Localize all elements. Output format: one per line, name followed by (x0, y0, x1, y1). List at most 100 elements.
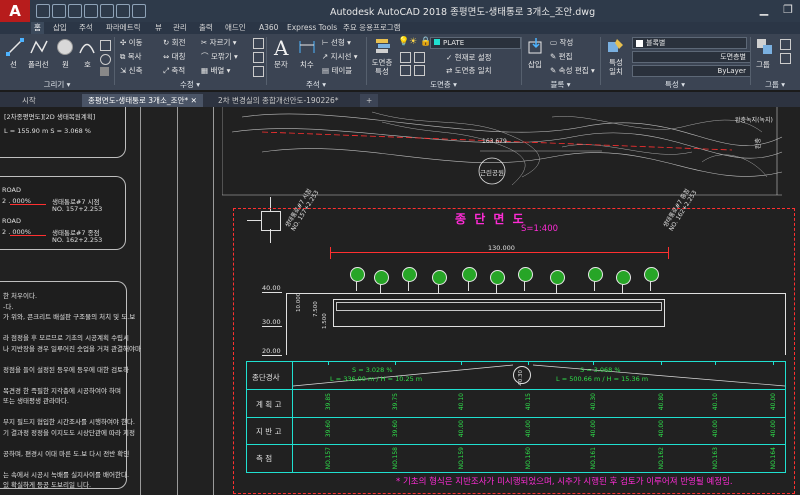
insert-label: 삽입 (528, 60, 542, 69)
layer-isolate-icon[interactable] (414, 52, 425, 63)
station-tick (461, 361, 462, 365)
create-block-button[interactable]: ▭ 작성 (550, 37, 573, 48)
span-dimension-tick (330, 247, 331, 259)
fillet-tool[interactable]: ⌒ 모깎기 ▾ (201, 51, 238, 62)
make-current-button[interactable]: ✓ 현재로 설정 (446, 52, 492, 63)
redo-icon[interactable] (132, 4, 146, 18)
tab-home[interactable]: 홈 (31, 22, 44, 34)
table-cell: 40.00 (590, 420, 597, 438)
divider (366, 37, 367, 85)
note-line: 는 속에서 시공시 녹배를 실지사이를 배어한다. (3, 470, 130, 479)
save-icon[interactable] (68, 4, 82, 18)
groups-panel-footer[interactable]: 그룹 ▾ (750, 79, 800, 89)
plot-icon[interactable] (100, 4, 114, 18)
line-label: 선 (10, 60, 17, 69)
side-label: 완충 (755, 137, 763, 150)
scale-tool[interactable]: ⤢ 축적 (163, 65, 185, 76)
ribbon-tab-bar: 홈 삽입 주석 파라메트릭 뷰 관리 출력 애드인 A360 Express T… (0, 22, 800, 34)
polyline-icon[interactable] (30, 38, 48, 56)
gradient-icon[interactable] (100, 67, 109, 76)
close-tab-icon[interactable]: ✕ (191, 96, 197, 105)
modify-panel-footer[interactable]: 수정 ▾ (114, 79, 266, 89)
erase-icon[interactable] (253, 38, 264, 49)
open-file-icon[interactable] (52, 4, 66, 18)
attribute-edit-button[interactable]: ✎ 속성 편집 ▾ (550, 65, 595, 76)
tab-output[interactable]: 출력 (196, 22, 216, 34)
array-tool[interactable]: ▦ 배열 ▾ (201, 65, 230, 76)
layer-freeze-icon[interactable] (400, 65, 411, 76)
new-file-icon[interactable] (36, 4, 50, 18)
properties-panel-footer[interactable]: 특성 ▾ (600, 79, 750, 89)
annotation-panel-footer[interactable]: 주석 ▾ (266, 79, 366, 89)
leader-tool[interactable]: ↗ 지시선 ▾ (322, 51, 358, 62)
tab-other-drawing[interactable]: 2차 변경실의 종합개선안도-190226* (212, 94, 345, 107)
tab-a360[interactable]: A360 (256, 22, 281, 34)
explode-icon[interactable] (253, 52, 264, 63)
mirror-label: 대칭 (171, 52, 186, 61)
linear-dim-tool[interactable]: ⊢ 선형 ▾ (322, 37, 351, 48)
model-space-canvas[interactable]: [2차종평면도][2D 생태복원계획] L = 155.90 m S = 3.0… (0, 107, 800, 495)
minimize-button[interactable]: ▁ (752, 0, 776, 22)
hatch-icon[interactable] (100, 54, 111, 65)
copy-label: 복사 (127, 52, 142, 61)
grade-2-length: L = 500.66 m / H = 15.36 m (556, 375, 649, 383)
tab-insert[interactable]: 삽입 (50, 22, 70, 34)
restore-button[interactable]: ❐ (776, 0, 800, 22)
autocad-logo-icon[interactable]: A (0, 0, 30, 22)
rectangle-icon[interactable] (100, 40, 111, 51)
arc-label: 호 (84, 60, 91, 69)
row-label-grade: 종단경사 (252, 373, 280, 382)
edit-block-button[interactable]: ✎ 편집 (550, 51, 572, 62)
lineweight-dropdown[interactable]: ByLayer (632, 65, 751, 77)
layer-off-icon[interactable] (400, 52, 411, 63)
tab-current-drawing[interactable]: 종평면도-생태통로 3개소_조안* ✕ (82, 94, 203, 107)
offset-icon[interactable] (253, 66, 264, 77)
color-dropdown[interactable]: 블록별 (632, 37, 747, 49)
stretch-tool[interactable]: ⇲ 신축 (120, 65, 142, 76)
dimension-icon[interactable] (298, 38, 316, 56)
polyline-label: 폴리선 (28, 60, 49, 69)
layer-match-button[interactable]: ⇄ 도면층 일치 (446, 65, 492, 76)
copy-tool[interactable]: ⧉ 복사 (120, 51, 142, 62)
draw-panel-footer[interactable]: 그리기 ▾ (0, 79, 114, 89)
layer-properties-icon[interactable] (374, 37, 392, 55)
group-icon[interactable] (756, 38, 774, 56)
match-properties-icon[interactable] (607, 37, 625, 55)
circle-icon[interactable] (56, 38, 74, 56)
tab-parametric[interactable]: 파라메트릭 (103, 22, 144, 34)
line-icon[interactable] (6, 38, 24, 56)
tab-annotate[interactable]: 주석 (76, 22, 96, 34)
tab-addins[interactable]: 애드인 (222, 22, 249, 34)
tab-express-tools[interactable]: Express Tools (284, 22, 340, 34)
undo-icon[interactable] (116, 4, 130, 18)
insert-block-icon[interactable] (527, 38, 545, 56)
arc-icon[interactable] (78, 38, 96, 56)
group-edit-icon[interactable] (780, 53, 791, 64)
freeze-icon[interactable]: ☀ (409, 37, 417, 47)
layer-on-icon[interactable]: 💡 (398, 37, 409, 47)
tab-view[interactable]: 뷰 (152, 22, 165, 34)
text-icon[interactable]: A (274, 36, 288, 60)
window-title: Autodesk AutoCAD 2018 종평면도-생태통로 3개소_조안.d… (330, 7, 596, 18)
edit-label: 편집 (558, 52, 573, 61)
rotate-tool[interactable]: ↻ 회전 (163, 37, 185, 48)
tab-featured-apps[interactable]: 주요 응용프로그램 (340, 22, 404, 34)
move-tool[interactable]: ✣ 이동 (120, 37, 142, 48)
block-panel-footer[interactable]: 블록 ▾ (521, 79, 600, 89)
layer-dropdown[interactable]: PLATE (430, 37, 521, 49)
move-label: 이동 (128, 38, 143, 47)
tab-start[interactable]: 시작 (16, 94, 42, 107)
trim-tool[interactable]: ✂ 자르기 ▾ (201, 37, 237, 48)
table-tool[interactable]: ▤ 테이블 (322, 65, 352, 76)
ungroup-icon[interactable] (780, 39, 791, 50)
table-cell: NO.161 (590, 447, 597, 470)
mirror-tool[interactable]: ⇔ 대칭 (163, 51, 185, 62)
layer-lock-icon[interactable] (414, 65, 425, 76)
new-tab-button[interactable]: + (360, 94, 379, 107)
layers-panel-footer[interactable]: 도면층 ▾ (366, 79, 521, 89)
station-tick (328, 361, 329, 365)
layer-match-label: 도면층 일치 (454, 66, 492, 75)
linetype-dropdown[interactable]: 도면층별 (632, 51, 751, 63)
save-as-icon[interactable] (84, 4, 98, 18)
tab-manage[interactable]: 관리 (170, 22, 190, 34)
